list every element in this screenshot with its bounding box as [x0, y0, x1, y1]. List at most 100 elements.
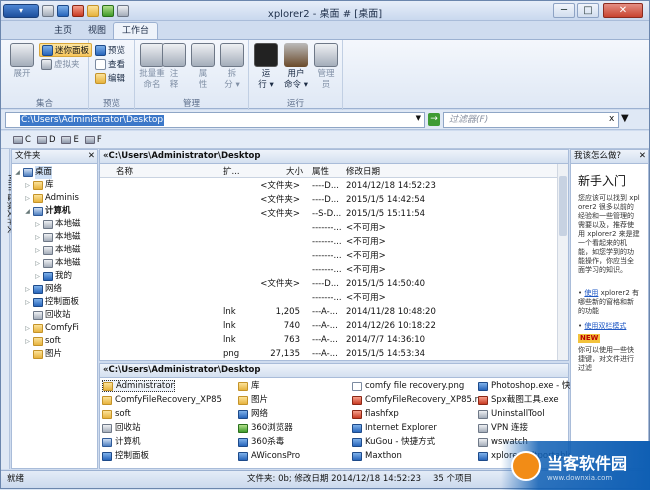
- expand-toggle-icon[interactable]: ▷: [24, 283, 31, 296]
- tree-node[interactable]: ▷ 我的: [34, 270, 72, 283]
- address-input[interactable]: C:\Users\Administrator\Desktop ▼: [5, 112, 425, 128]
- view-button[interactable]: 查看: [95, 58, 125, 70]
- address-dropdown-icon[interactable]: ▼: [416, 114, 421, 122]
- virtual-folder-button[interactable]: 虚拟夹: [41, 58, 80, 70]
- expand-toggle-icon[interactable]: ◢: [14, 166, 21, 179]
- minimize-button[interactable]: ─: [553, 3, 575, 18]
- grid-item[interactable]: Photoshop.exe - 快捷: [478, 380, 579, 392]
- grid-item[interactable]: Administrator: [102, 380, 175, 392]
- file-row[interactable]: 网络-------...<不可用>: [100, 291, 558, 305]
- grid-item[interactable]: comfy file recovery.png: [352, 380, 464, 392]
- grid-item[interactable]: Spx截图工具.exe: [478, 394, 559, 406]
- grid-item[interactable]: 360浏览器: [238, 422, 293, 434]
- drive-d[interactable]: D: [36, 135, 55, 145]
- file-row[interactable]: 360杀毒lnk740---A-...2014/12/26 10:18:22: [100, 319, 558, 333]
- grid-item[interactable]: 库: [238, 380, 260, 392]
- admin-button[interactable]: 管理员: [311, 43, 341, 91]
- file-row[interactable]: 库-------...<不可用>: [100, 263, 558, 277]
- list-scrollbar[interactable]: [557, 164, 568, 360]
- column-size[interactable]: 大小: [286, 165, 303, 177]
- user-command-button[interactable]: 用户 命令 ▾: [281, 43, 311, 91]
- grid-item[interactable]: Internet Explorer: [352, 422, 437, 434]
- grid-item[interactable]: 回收站: [102, 422, 141, 434]
- column-ext[interactable]: 扩...: [223, 165, 240, 177]
- tree-node[interactable]: ▷ ComfyFi: [24, 322, 79, 335]
- column-attr[interactable]: 属性: [312, 165, 329, 177]
- help-link-b[interactable]: • 使用双栏模式: [578, 322, 640, 331]
- pin-icon[interactable]: ✕: [88, 150, 95, 163]
- close-help-icon[interactable]: ✕: [639, 150, 646, 163]
- expand-button[interactable]: 展开: [5, 43, 39, 80]
- help-link-a[interactable]: • 使用 xplorer2 有哪些新的窗格和新的功能: [578, 289, 640, 316]
- grid-item[interactable]: 360杀毒: [238, 436, 284, 448]
- tree-node[interactable]: ▷ 本地磁: [34, 231, 81, 244]
- expand-toggle-icon[interactable]: ▷: [24, 296, 31, 309]
- file-row[interactable]: comfy file recovery.pngpng27,135---A-...…: [100, 347, 558, 361]
- comment-button[interactable]: 注释: [161, 43, 187, 91]
- maximize-button[interactable]: □: [577, 3, 599, 18]
- close-button[interactable]: ✕: [603, 3, 643, 18]
- grid-item[interactable]: ComfyFileRecovery_XP85.rar: [352, 394, 487, 406]
- tree-node[interactable]: 回收站: [24, 309, 71, 322]
- grid-item[interactable]: KuGou - 快捷方式: [352, 436, 435, 448]
- tree-node[interactable]: ◢ 计算机: [24, 205, 71, 218]
- grid-item[interactable]: Maxthon: [352, 450, 402, 462]
- scroll-thumb[interactable]: [559, 176, 567, 236]
- tree-node[interactable]: ▷ soft: [24, 335, 61, 348]
- grid-item[interactable]: ComfyFileRecovery_XP85: [102, 394, 222, 406]
- tree-node[interactable]: ▷ 库: [24, 179, 54, 192]
- mini-virtual-folder-sidebar[interactable]: Mini 虚拟文件夹: [1, 149, 16, 469]
- file-row[interactable]: 回收站-------...<不可用>: [100, 221, 558, 235]
- tree-node[interactable]: ▷ 本地磁: [34, 244, 81, 257]
- grid-item[interactable]: 控制面板: [102, 450, 149, 462]
- expand-toggle-icon[interactable]: ▷: [34, 231, 41, 244]
- filter-input[interactable]: 过滤器(F): [443, 112, 619, 128]
- file-row[interactable]: 控制面板-------...<不可用>: [100, 249, 558, 263]
- edit-button[interactable]: 编辑: [95, 72, 125, 84]
- grid-item[interactable]: 图片: [238, 394, 268, 406]
- drive-f[interactable]: F: [84, 135, 102, 145]
- filter-clear-button[interactable]: x: [609, 114, 614, 124]
- expand-toggle-icon[interactable]: ▷: [24, 335, 31, 348]
- column-date[interactable]: 修改日期: [346, 165, 380, 177]
- drive-e[interactable]: E: [61, 135, 79, 145]
- grid-item[interactable]: soft: [102, 408, 131, 420]
- tab-home[interactable]: 主页: [45, 22, 81, 39]
- file-row[interactable]: ComfyFileRecovery_XP85<文件夹>----D...2015/…: [100, 193, 558, 207]
- file-row[interactable]: 计算机-------...<不可用>: [100, 235, 558, 249]
- file-row[interactable]: AWiconsProlnk763---A-...2014/7/7 14:36:1…: [100, 333, 558, 347]
- tree-node[interactable]: ▷ 本地磁: [34, 257, 81, 270]
- grid-item[interactable]: VPN 连接: [478, 422, 528, 434]
- expand-toggle-icon[interactable]: ▷: [24, 192, 31, 205]
- properties-button[interactable]: 属性: [189, 43, 217, 91]
- file-row[interactable]: 图片<文件夹>----D...2015/1/5 14:50:40: [100, 277, 558, 291]
- grid-item[interactable]: 计算机: [102, 436, 141, 448]
- expand-toggle-icon[interactable]: ▷: [24, 322, 31, 335]
- expand-toggle-icon[interactable]: ▷: [34, 270, 41, 283]
- tab-workbench[interactable]: 工作台: [113, 22, 159, 39]
- tree-node[interactable]: ▷ 本地磁: [34, 218, 81, 231]
- tree-node[interactable]: 图片: [24, 348, 62, 361]
- split-button[interactable]: 拆分 ▾: [217, 43, 247, 91]
- grid-item[interactable]: UninstallTool: [478, 408, 545, 420]
- expand-toggle-icon[interactable]: ▷: [34, 257, 41, 270]
- drive-c[interactable]: C: [13, 135, 31, 145]
- tree-node[interactable]: ▷ Adminis: [24, 192, 79, 205]
- tab-view[interactable]: 视图: [79, 22, 115, 39]
- grid-item[interactable]: 网络: [238, 408, 268, 420]
- expand-toggle-icon[interactable]: ▷: [34, 244, 41, 257]
- file-row[interactable]: 360浏览器lnk1,205---A-...2014/11/28 10:48:2…: [100, 305, 558, 319]
- grid-item[interactable]: flashfxp: [352, 408, 399, 420]
- preview-button[interactable]: 预览: [95, 44, 125, 56]
- tree-node[interactable]: ▷ 控制面板: [24, 296, 79, 309]
- tree-node[interactable]: ▷ 网络: [24, 283, 62, 296]
- expand-toggle-icon[interactable]: ▷: [34, 218, 41, 231]
- column-name[interactable]: 名称: [116, 165, 133, 177]
- expand-toggle-icon[interactable]: ◢: [24, 205, 31, 218]
- expand-toggle-icon[interactable]: ▷: [24, 179, 31, 192]
- go-button[interactable]: →: [428, 113, 440, 126]
- file-row[interactable]: soft<文件夹>--S-D...2015/1/5 15:11:54: [100, 207, 558, 221]
- file-row[interactable]: Administrator<文件夹>----D...2014/12/18 14:…: [100, 179, 558, 193]
- mini-panel-button[interactable]: 迷你面板: [39, 43, 93, 57]
- grid-item[interactable]: AWiconsPro: [238, 450, 300, 462]
